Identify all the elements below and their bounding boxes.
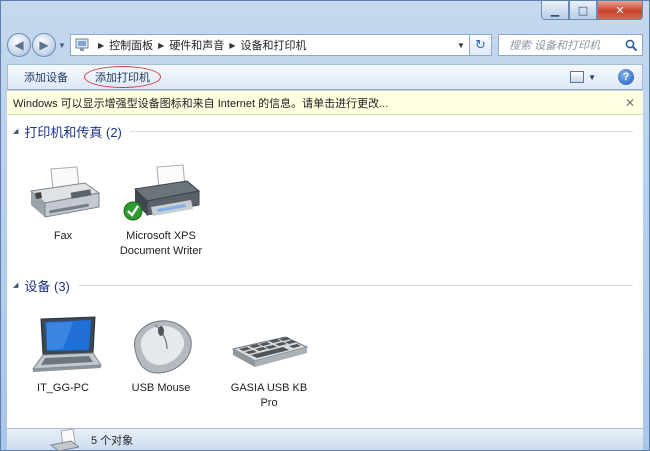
change-view-icon[interactable]	[570, 71, 585, 83]
address-history-dropdown[interactable]: ▼	[453, 41, 469, 50]
help-icon[interactable]: ?	[618, 69, 634, 85]
view-options-dropdown[interactable]: ▼	[588, 73, 596, 82]
search-placeholder: 搜索 设备和打印机	[509, 40, 601, 52]
forward-button[interactable]: ▶	[32, 33, 56, 57]
mouse-icon	[133, 320, 192, 374]
fax-icon	[29, 166, 101, 218]
device-label: USB Mouse	[131, 382, 191, 394]
device-label: Fax	[53, 230, 73, 242]
collapse-arrow-icon[interactable]: ◢	[13, 281, 18, 289]
address-bar[interactable]: ▶ 控制面板 ▶ 硬件和声音 ▶ 设备和打印机 ▼	[70, 34, 470, 56]
forward-arrow-icon: ▶	[39, 38, 49, 52]
device-microsoft-xps-document-writer[interactable]: Microsoft XPS Document Writer	[117, 161, 205, 259]
search-icon[interactable]	[620, 39, 642, 52]
collapse-arrow-icon[interactable]: ◢	[13, 127, 18, 135]
close-button[interactable]: ✕	[597, 1, 643, 20]
refresh-button[interactable]: ↻	[470, 34, 492, 56]
breadcrumb-hardware-and-sound[interactable]: 硬件和声音	[169, 37, 224, 53]
group-divider	[129, 130, 633, 132]
laptop-icon	[31, 316, 102, 372]
add-printer-button[interactable]: 添加打印机	[84, 66, 161, 88]
printer-icon	[123, 164, 201, 221]
information-bar[interactable]: Windows 可以显示增强型设备图标和来自 Internet 的信息。请单击进…	[7, 91, 643, 115]
device-usb-mouse[interactable]: USB Mouse	[117, 313, 205, 396]
device-label: IT_GG-PC	[37, 382, 89, 394]
close-icon: ✕	[615, 3, 625, 17]
breadcrumb-separator[interactable]: ▶	[229, 41, 235, 50]
recent-pages-dropdown[interactable]: ▼	[56, 41, 68, 50]
breadcrumb-separator[interactable]: ▶	[98, 41, 104, 50]
add-device-button[interactable]: 添加设备	[16, 66, 76, 88]
details-pane: 5 个对象	[7, 428, 643, 451]
group-title-printers: 打印机和传真 (2)	[24, 124, 122, 140]
default-printer-check-icon	[123, 201, 143, 221]
group-header-devices[interactable]: ◢ 设备 (3)	[13, 277, 633, 294]
group-header-printers[interactable]: ◢ 打印机和传真 (2)	[13, 123, 633, 140]
device-gasia-usb-kb-pro[interactable]: GASIA USB KB Pro	[225, 313, 313, 411]
back-arrow-icon: ◀	[14, 38, 24, 52]
info-bar-close-icon[interactable]: ✕	[625, 96, 635, 110]
group-divider	[77, 284, 633, 286]
navigation-bar: ◀ ▶ ▼ ▶ 控制面板 ▶ 硬件和声音 ▶ 设备和打印机 ▼ ↻ 搜索 设备和…	[7, 31, 643, 59]
maximize-icon: □	[577, 3, 589, 17]
device-label: GASIA USB KB Pro	[230, 382, 308, 409]
minimize-button[interactable]: ▁	[541, 1, 569, 20]
info-bar-message[interactable]: Windows 可以显示增强型设备图标和来自 Internet 的信息。请单击进…	[13, 95, 388, 111]
breadcrumb-control-panel[interactable]: 控制面板	[109, 37, 153, 53]
minimize-icon: ▁	[550, 3, 560, 17]
breadcrumb-devices-and-printers[interactable]: 设备和打印机	[240, 37, 306, 53]
device-list: ◢ 打印机和传真 (2) Fax Microsoft XPS Document …	[7, 115, 643, 428]
printer-icon	[49, 428, 79, 451]
device-label: Microsoft XPS Document Writer	[119, 230, 203, 257]
object-count: 5 个对象	[91, 434, 134, 447]
caption-buttons: ▁ □ ✕	[541, 1, 643, 21]
device-fax[interactable]: Fax	[19, 161, 107, 244]
search-input[interactable]: 搜索 设备和打印机	[498, 34, 643, 56]
devices-and-printers-window: ▁ □ ✕ ◀ ▶ ▼ ▶ 控制面板 ▶ 硬件和声音 ▶ 设备和打印机 ▼ ↻ …	[0, 0, 650, 451]
group-title-devices: 设备 (3)	[24, 278, 70, 294]
refresh-icon: ↻	[475, 37, 486, 52]
maximize-button[interactable]: □	[569, 1, 597, 20]
breadcrumb-separator[interactable]: ▶	[158, 41, 164, 50]
keyboard-icon	[231, 336, 309, 367]
device-it-gg-pc[interactable]: IT_GG-PC	[19, 313, 107, 396]
toolbar-right-controls: ▼ ?	[570, 69, 642, 85]
control-panel-icon	[75, 38, 89, 51]
command-bar: 添加设备 添加打印机 ▼ ?	[7, 64, 643, 90]
back-button[interactable]: ◀	[7, 33, 31, 57]
